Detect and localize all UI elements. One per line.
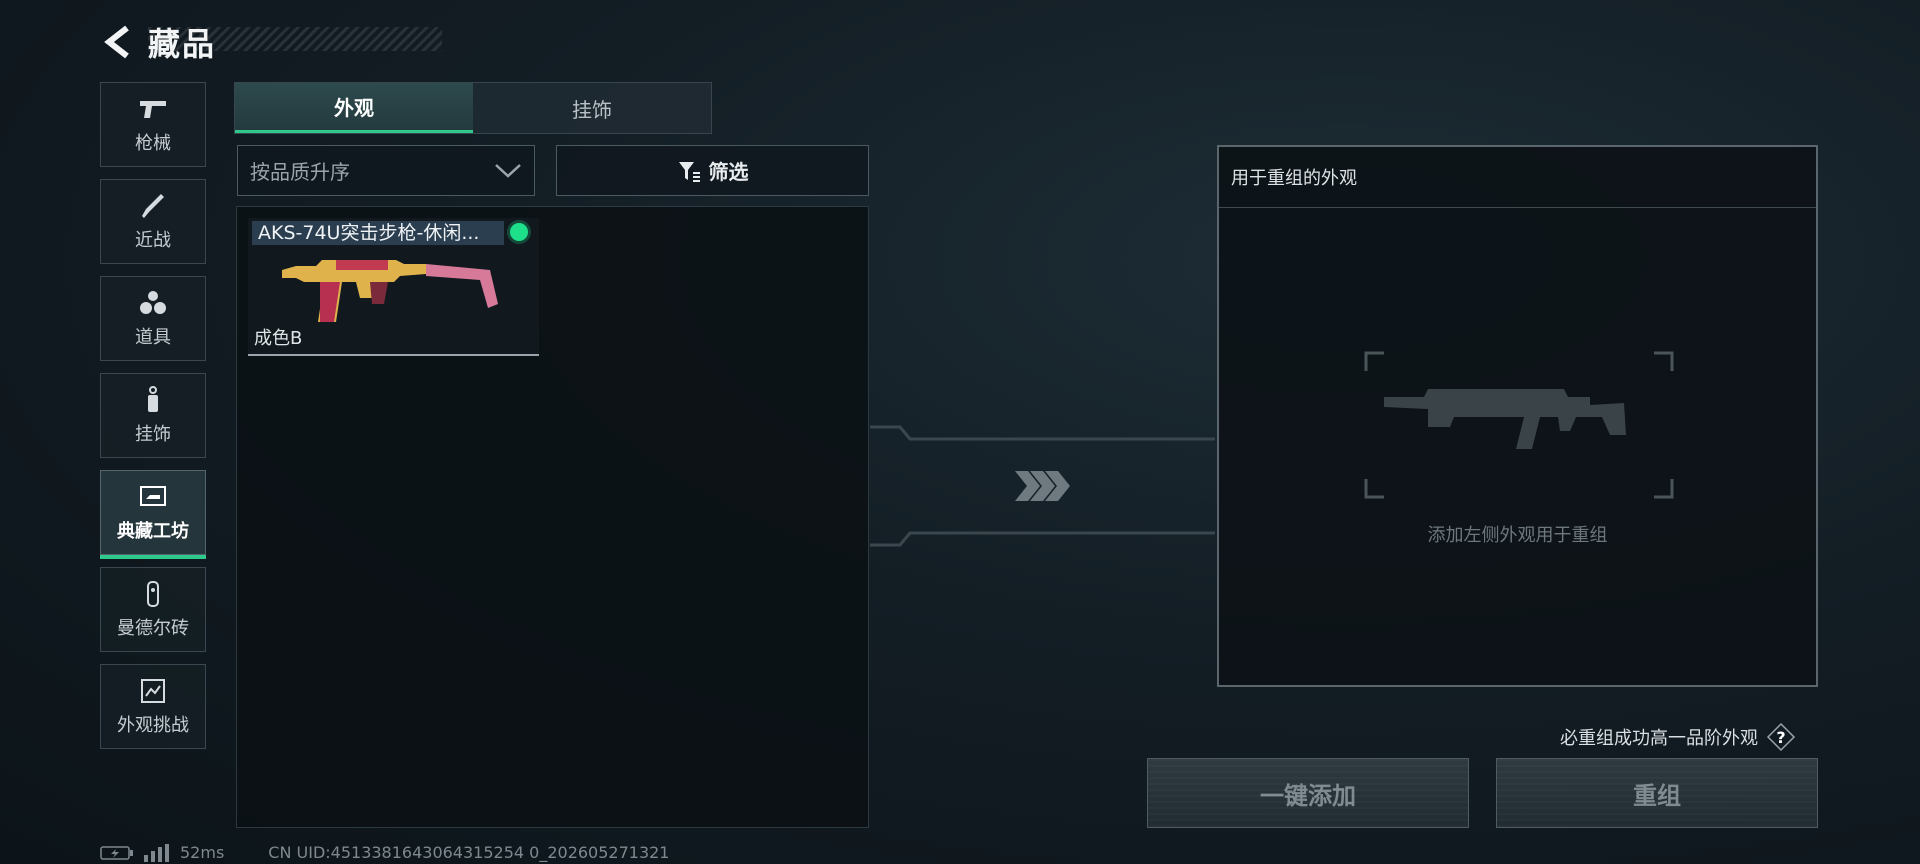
category-sidebar: 枪械 近战 道具 挂饰 典藏工坊 曼德尔砖 外观挑战 xyxy=(100,82,210,761)
grenades-icon xyxy=(140,290,166,314)
user-uid: CN UID:4513381643064315254 0_20260527132… xyxy=(268,843,670,862)
help-icon[interactable]: ? xyxy=(1766,722,1796,752)
item-grade: 成色B xyxy=(254,328,303,349)
sort-label: 按品质升序 xyxy=(250,160,350,184)
sidebar-item-label: 典藏工坊 xyxy=(117,520,189,542)
sidebar-item-label: 近战 xyxy=(135,229,171,251)
sidebar-item-guns[interactable]: 枪械 xyxy=(100,82,206,167)
workshop-icon xyxy=(140,485,166,506)
filter-icon xyxy=(678,161,700,182)
pistol-icon xyxy=(140,100,166,118)
sidebar-item-melee[interactable]: 近战 xyxy=(100,179,206,264)
rifle-image xyxy=(282,260,498,322)
tab-bar: 外观 挂饰 xyxy=(234,82,712,134)
signal-icon xyxy=(144,843,169,862)
challenge-icon xyxy=(141,678,165,703)
sidebar-item-gadgets[interactable]: 道具 xyxy=(100,276,206,361)
filter-button[interactable]: 筛选 xyxy=(556,145,869,196)
sidebar-item-label: 外观挑战 xyxy=(117,714,189,736)
guarantee-text: 必重组成功高一品阶外观 xyxy=(1560,728,1758,749)
back-arrow-icon[interactable] xyxy=(100,24,136,60)
chevron-down-icon xyxy=(495,163,521,178)
status-bar: 52ms CN UID:4513381643064315254 0_202605… xyxy=(100,843,669,862)
status-dot xyxy=(510,223,528,241)
sidebar-item-label: 挂饰 xyxy=(135,423,171,445)
sidebar-item-label: 枪械 xyxy=(135,132,171,154)
tab-appearance[interactable]: 外观 xyxy=(235,83,473,133)
sidebar-item-charms[interactable]: 挂饰 xyxy=(100,373,206,458)
sidebar-item-label: 曼德尔砖 xyxy=(117,617,189,639)
item-card[interactable]: AKS-74U突击步枪-休闲... 成色B xyxy=(248,218,539,356)
knife-icon xyxy=(142,193,164,218)
recombine-button[interactable]: 重组 xyxy=(1496,758,1818,828)
item-name: AKS-74U突击步枪-休闲... xyxy=(252,221,504,245)
add-all-button[interactable]: 一键添加 xyxy=(1147,758,1469,828)
brick-icon xyxy=(147,580,159,607)
charm-icon xyxy=(148,385,158,412)
ping-value: 52ms xyxy=(180,843,225,862)
recombine-panel: 用于重组的外观 添加左侧外观用于重组 xyxy=(1217,145,1818,687)
sidebar-item-workshop[interactable]: 典藏工坊 xyxy=(100,470,206,559)
filter-label: 筛选 xyxy=(708,160,749,184)
chevron-right-icon xyxy=(1015,471,1070,501)
transfer-connector xyxy=(870,425,1215,547)
svg-text:?: ? xyxy=(1776,728,1785,747)
sidebar-item-challenges[interactable]: 外观挑战 xyxy=(100,664,206,749)
tab-charms[interactable]: 挂饰 xyxy=(473,83,711,133)
battery-icon xyxy=(100,845,133,860)
recombine-panel-title: 用于重组的外观 xyxy=(1219,147,1816,208)
rifle-placeholder-icon xyxy=(1364,351,1674,499)
empty-hint: 添加左侧外观用于重组 xyxy=(1427,525,1608,546)
sort-dropdown[interactable]: 按品质升序 xyxy=(237,145,535,196)
page-title: 藏品 xyxy=(148,25,217,63)
sidebar-item-label: 道具 xyxy=(135,326,171,348)
header: 藏品 xyxy=(100,18,216,66)
guarantee-note: 必重组成功高一品阶外观 ? xyxy=(1560,722,1796,752)
sidebar-item-mandel-brick[interactable]: 曼德尔砖 xyxy=(100,567,206,652)
